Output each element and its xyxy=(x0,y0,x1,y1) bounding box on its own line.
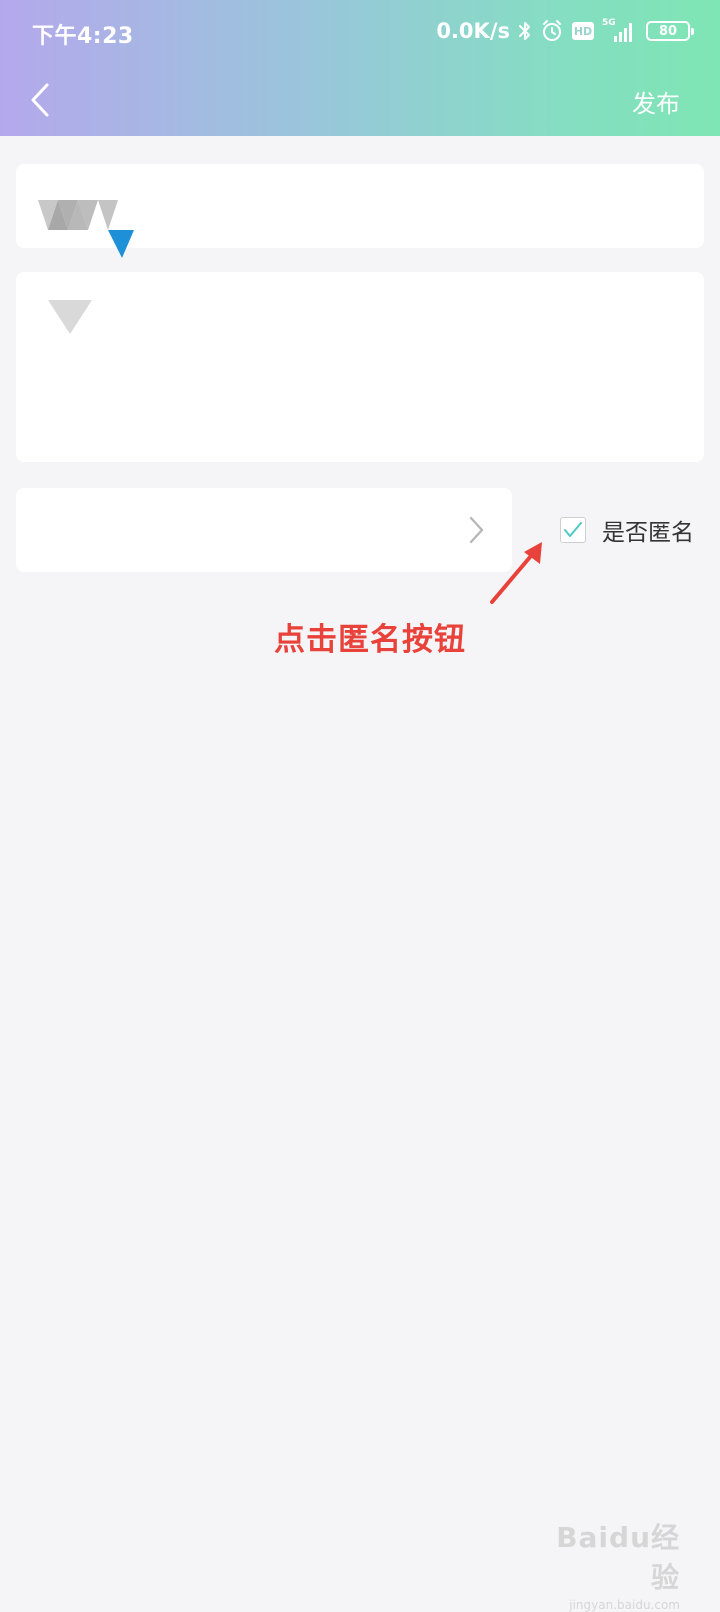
placeholder-icon xyxy=(48,300,92,334)
annotation-text: 点击匿名按钮 xyxy=(274,622,466,658)
battery-icon: 80 xyxy=(646,21,694,41)
status-time: 下午4:23 xyxy=(32,24,134,49)
watermark: Baidu经验 jingyan.baidu.com xyxy=(540,1516,680,1612)
hd-icon: HD xyxy=(572,22,594,40)
chevron-right-icon xyxy=(469,516,484,544)
topic-select[interactable] xyxy=(16,488,512,572)
signal-icon: 5G xyxy=(602,18,638,44)
status-bar: 下午4:23 0.0K/s HD 5G 80 xyxy=(0,0,720,64)
alarm-icon xyxy=(540,19,564,43)
bluetooth-icon xyxy=(518,20,532,42)
anonymous-label: 是否匿名 xyxy=(602,520,694,546)
chevron-left-icon xyxy=(31,83,49,117)
status-icons: 0.0K/s HD 5G 80 xyxy=(436,16,694,46)
anonymous-checkbox[interactable] xyxy=(560,517,586,543)
watermark-sub: jingyan.baidu.com xyxy=(569,1598,680,1612)
app-header: 下午4:23 0.0K/s HD 5G 80 发布 xyxy=(0,0,720,136)
checkmark-icon xyxy=(564,522,582,537)
content-input[interactable] xyxy=(16,272,704,462)
publish-button[interactable]: 发布 xyxy=(632,84,680,119)
logo-icon xyxy=(38,200,134,258)
net-speed: 0.0K/s xyxy=(436,19,510,43)
anonymous-toggle[interactable]: 是否匿名 xyxy=(560,514,694,546)
nav-bar: 发布 xyxy=(0,64,720,136)
annotation-arrow-icon xyxy=(490,542,542,604)
watermark-main: Baidu经验 xyxy=(556,1521,680,1594)
back-button[interactable] xyxy=(16,76,64,124)
battery-level: 80 xyxy=(658,23,678,39)
